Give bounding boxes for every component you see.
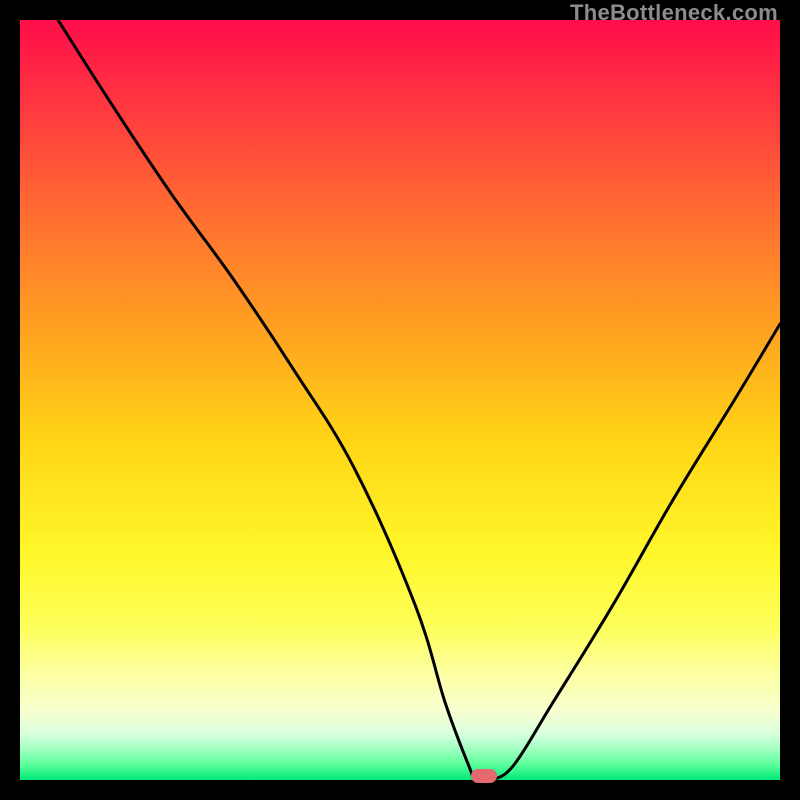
min-marker [471,769,497,783]
chart-frame: TheBottleneck.com [0,0,800,800]
bottleneck-curve-path [58,20,780,780]
curve-svg [20,20,780,780]
plot-area [20,20,780,780]
